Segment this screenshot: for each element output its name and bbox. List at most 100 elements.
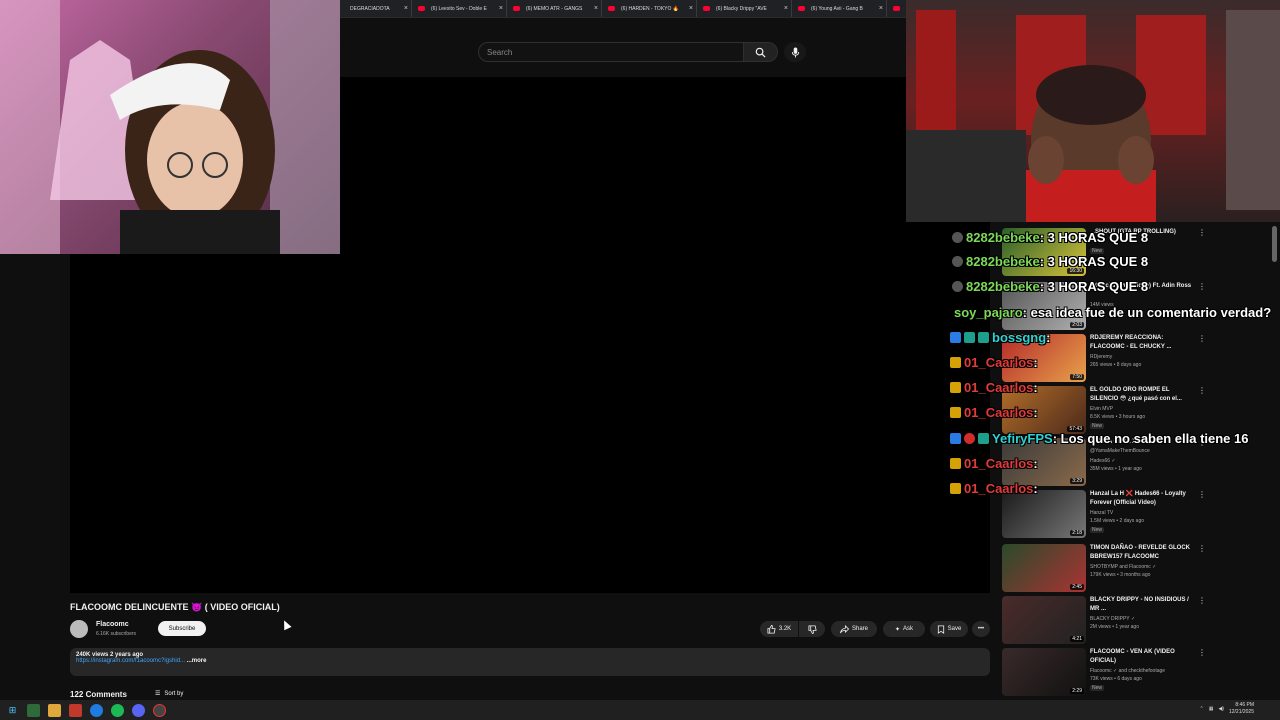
recommendation-channel[interactable]: Flacoomc ✓ and checkthefootage xyxy=(1090,668,1165,674)
thumbs-down-icon xyxy=(807,624,817,634)
chat-text: : xyxy=(1033,354,1038,370)
show-more-button[interactable]: ...more xyxy=(187,658,207,664)
recommendation-channel[interactable]: BLACKY DRIPPY ✓ xyxy=(1090,616,1135,622)
close-icon[interactable]: × xyxy=(499,5,503,12)
youtube-favicon-icon xyxy=(798,6,805,11)
close-icon[interactable]: × xyxy=(784,5,788,12)
close-icon[interactable]: × xyxy=(879,5,883,12)
more-actions-button[interactable]: ••• xyxy=(972,621,990,637)
volume-icon[interactable]: ◀) xyxy=(1218,706,1224,712)
ask-button[interactable]: ✦ Ask xyxy=(883,621,925,637)
new-badge: New xyxy=(1090,527,1105,533)
clock-date: 12/21/2025 xyxy=(1228,709,1254,715)
chat-message: 01_Caarlos: xyxy=(950,477,1038,499)
video-description[interactable]: 240K views 2 years ago https://instagram… xyxy=(70,648,990,676)
discord-icon[interactable] xyxy=(132,703,145,717)
browser-tab[interactable]: (6) Leexito Sev - Doble E × xyxy=(412,0,507,17)
chat-username: 01_Caarlos xyxy=(964,379,1034,395)
subscribe-button[interactable]: Subscribe xyxy=(158,621,206,636)
thumbs-up-icon xyxy=(767,624,776,634)
sort-comments-button[interactable]: ☰ Sort by xyxy=(155,690,184,698)
terminal-app-icon[interactable] xyxy=(27,703,40,717)
video-thumbnail[interactable]: 2:29 xyxy=(1002,648,1086,696)
spotify-icon[interactable] xyxy=(111,703,124,717)
chat-message: 01_Caarlos: xyxy=(950,401,1038,423)
network-icon[interactable]: ▦ xyxy=(1209,706,1214,712)
youtube-favicon-icon xyxy=(608,6,615,11)
browser-tab[interactable]: (6) HARDEN - TOKYO 🔥 × xyxy=(602,0,697,17)
edge-browser-icon[interactable] xyxy=(90,703,103,717)
recommendation-title[interactable]: BLACKY DRIPPY - NO INSIDIOUS / MR ... xyxy=(1090,596,1198,614)
obs-icon[interactable] xyxy=(153,703,166,717)
video-thumbnail[interactable]: 4:21 xyxy=(1002,596,1086,644)
search-icon xyxy=(755,47,766,58)
chat-message: bossgng: xyxy=(950,326,1051,348)
sort-label: Sort by xyxy=(164,690,184,697)
recommendation-title[interactable]: FLACOOMC - VEN AK (VIDEO OFICIAL) xyxy=(1090,648,1198,666)
close-icon[interactable]: × xyxy=(689,5,693,12)
app-icon[interactable] xyxy=(69,703,82,717)
close-icon[interactable]: × xyxy=(404,5,408,12)
windows-start-icon[interactable]: ⊞ xyxy=(6,704,19,717)
more-vertical-icon[interactable]: ⋮ xyxy=(1198,544,1206,553)
chat-username: soy_pajaro xyxy=(954,304,1023,320)
chevron-up-icon[interactable]: ⌃ xyxy=(1200,706,1204,712)
save-button[interactable]: Save xyxy=(930,621,968,637)
badge-icon xyxy=(950,457,961,469)
clock-time: 8:46 PM xyxy=(1235,702,1254,708)
chat-text: : xyxy=(1046,329,1051,345)
more-horizontal-icon: ••• xyxy=(977,626,985,632)
chat-username: 8282bebeke xyxy=(966,278,1040,294)
tab-label: (6) Blacky Drippy "AVE xyxy=(716,5,767,12)
chat-text: : xyxy=(1033,404,1038,420)
badge-icon xyxy=(950,331,961,343)
recommendation-meta: 73K views • 6 days ago xyxy=(1090,676,1142,682)
recommendation-channel[interactable]: SHOTBYMP and Flacoomc ✓ xyxy=(1090,564,1156,570)
tab-label: (6) HARDEN - TOKYO 🔥 xyxy=(621,5,679,12)
tab-label: (6) MEMO ATR - GANGS xyxy=(526,5,583,12)
search-placeholder: Search xyxy=(487,47,513,57)
description-link[interactable]: https://instagram.com/f1acoomc?igshid... xyxy=(76,658,185,664)
browser-tab[interactable]: (6) Young Avii - Gang B × xyxy=(792,0,887,17)
recommendation-item[interactable]: 4:21 BLACKY DRIPPY - NO INSIDIOUS / MR .… xyxy=(1002,596,1272,648)
video-thumbnail[interactable]: 2:45 xyxy=(1002,544,1086,592)
sparkle-icon: ✦ xyxy=(894,626,900,633)
share-button[interactable]: Share xyxy=(831,621,877,637)
recommendation-item[interactable]: 2:45 TIMON DAÑAO - REVELDE GLOCK BBREW15… xyxy=(1002,544,1272,596)
badge-icon xyxy=(952,231,963,243)
tab-label: (6) Young Avii - Gang B xyxy=(811,5,863,12)
chat-message: YefiryFPS: Los que no saben ella tiene 1… xyxy=(950,427,1248,449)
more-vertical-icon[interactable]: ⋮ xyxy=(1198,648,1206,657)
file-explorer-icon[interactable] xyxy=(48,703,61,717)
chat-username: 01_Caarlos xyxy=(964,404,1034,420)
mouse-cursor-icon xyxy=(280,618,292,631)
chat-username: 8282bebeke xyxy=(966,253,1040,269)
channel-avatar[interactable] xyxy=(70,620,88,638)
ask-label: Ask xyxy=(903,626,914,632)
more-vertical-icon[interactable]: ⋮ xyxy=(1198,596,1206,605)
recommendation-item[interactable]: 2:29 FLACOOMC - VEN AK (VIDEO OFICIAL) F… xyxy=(1002,648,1272,700)
share-icon xyxy=(840,624,849,633)
bookmark-icon xyxy=(937,624,944,634)
chat-username: 01_Caarlos xyxy=(964,354,1034,370)
tab-label: DEGRACIADOTA xyxy=(350,5,390,12)
like-button[interactable]: 3.2K xyxy=(760,621,798,637)
video-duration: 2:45 xyxy=(1070,584,1084,590)
channel-name[interactable]: Flacoomc xyxy=(96,621,129,628)
recommendation-title[interactable]: TIMON DAÑAO - REVELDE GLOCK BBREW157 FLA… xyxy=(1090,544,1198,562)
webcam-image xyxy=(0,0,340,254)
voice-search-button[interactable] xyxy=(784,42,806,62)
browser-tab[interactable]: DEGRACIADOTA × xyxy=(344,0,412,17)
badge-icon xyxy=(952,280,963,292)
video-duration: 2:29 xyxy=(1070,688,1084,694)
browser-tab[interactable]: (6) Blacky Drippy "AVE × xyxy=(697,0,792,17)
save-label: Save xyxy=(947,626,962,632)
dislike-button[interactable] xyxy=(799,621,825,637)
clock[interactable]: 8:46 PM 12/21/2025 xyxy=(1229,702,1254,716)
search-input[interactable]: Search xyxy=(478,42,744,62)
close-icon[interactable]: × xyxy=(594,5,598,12)
browser-tab[interactable]: (6) MEMO ATR - GANGS × xyxy=(507,0,602,17)
chat-text: : esa idea fue de un comentario verdad? xyxy=(1022,304,1272,320)
search-button[interactable] xyxy=(744,42,778,62)
recommendation-channel[interactable]: Hanzal TV xyxy=(1090,510,1113,516)
